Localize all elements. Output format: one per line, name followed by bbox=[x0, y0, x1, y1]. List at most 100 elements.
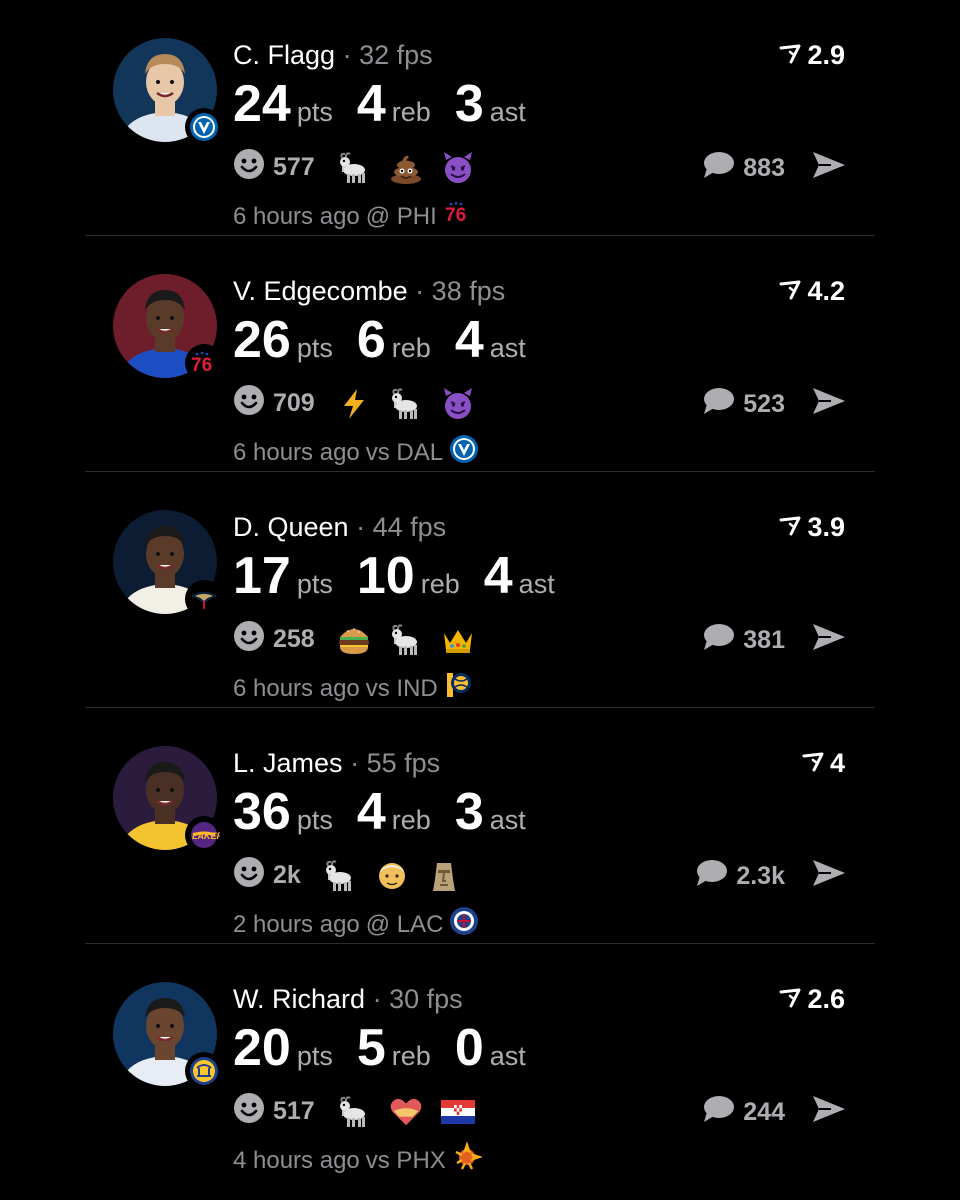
rating[interactable]: 4.2 bbox=[779, 276, 845, 307]
comments-button[interactable]: 381 bbox=[701, 622, 785, 659]
comments-button[interactable]: 523 bbox=[701, 386, 785, 423]
stat-1: 10 reb bbox=[357, 550, 460, 602]
lightning-icon[interactable] bbox=[337, 387, 371, 421]
comment-count: 244 bbox=[743, 1098, 785, 1126]
opponent[interactable]: @ LAC bbox=[366, 911, 444, 939]
goat-icon[interactable] bbox=[337, 151, 371, 185]
smiley-icon bbox=[233, 148, 265, 187]
reaction-count: 258 bbox=[273, 625, 315, 653]
rating[interactable]: 3.9 bbox=[779, 512, 845, 543]
stat-line: 17 pts 10 reb 4 ast bbox=[233, 550, 579, 602]
comment-count: 2.3k bbox=[736, 862, 785, 890]
fps-value: 30 fps bbox=[389, 984, 463, 1014]
feed: C. Flagg · 32 fps 2.9 24 pts 4 reb 3 ast… bbox=[85, 0, 875, 1179]
share-button[interactable] bbox=[811, 386, 847, 421]
player-avatar[interactable]: 76 bbox=[113, 274, 223, 382]
share-button[interactable] bbox=[811, 622, 847, 657]
stat-value: 3 bbox=[454, 75, 484, 133]
reaction-button[interactable]: 709 bbox=[233, 384, 315, 423]
stat-value: 10 bbox=[356, 547, 415, 605]
heart-icon[interactable] bbox=[389, 1095, 423, 1129]
comment-icon bbox=[694, 858, 728, 895]
stat-2: 4 ast bbox=[455, 314, 526, 366]
goat-icon[interactable] bbox=[323, 859, 357, 893]
player-name[interactable]: W. Richard bbox=[233, 984, 365, 1014]
stat-line: 26 pts 6 reb 4 ast bbox=[233, 314, 550, 366]
rating[interactable]: 4 bbox=[802, 748, 845, 779]
stat-value: 4 bbox=[483, 547, 513, 605]
svg-text:76: 76 bbox=[445, 205, 466, 226]
share-button[interactable] bbox=[811, 150, 847, 185]
burger-icon[interactable] bbox=[337, 623, 371, 657]
reaction-button[interactable]: 517 bbox=[233, 1092, 315, 1131]
svg-text:LAKERS: LAKERS bbox=[192, 831, 220, 841]
reactions: 2k bbox=[233, 856, 479, 895]
poop-icon[interactable] bbox=[389, 151, 423, 185]
stat-value: 24 bbox=[233, 75, 291, 133]
comments-button[interactable]: 244 bbox=[701, 1094, 785, 1131]
player-avatar[interactable] bbox=[113, 38, 223, 146]
stat-label: pts bbox=[296, 1041, 333, 1071]
rating-value: 3.9 bbox=[807, 512, 845, 542]
old-man-icon[interactable] bbox=[375, 859, 409, 893]
mavericks-logo-icon bbox=[449, 434, 479, 471]
suns-logo-icon bbox=[452, 1141, 483, 1179]
player-name[interactable]: C. Flagg bbox=[233, 40, 335, 70]
opponent[interactable]: vs DAL bbox=[366, 439, 443, 467]
player-avatar[interactable] bbox=[113, 982, 223, 1090]
rating-icon bbox=[779, 276, 801, 307]
post-card[interactable]: 76 V. Edgecombe · 38 fps 4.2 26 pts 6 re… bbox=[85, 236, 875, 472]
reactions: 517 bbox=[233, 1092, 493, 1131]
comments-button[interactable]: 2.3k bbox=[694, 858, 785, 895]
post-card[interactable]: D. Queen · 44 fps 3.9 17 pts 10 reb 4 as… bbox=[85, 472, 875, 708]
smiley-icon bbox=[233, 856, 265, 895]
name-separator: · bbox=[342, 40, 352, 70]
stat-value: 3 bbox=[454, 783, 484, 841]
smiling-devil-icon[interactable] bbox=[441, 151, 475, 185]
stat-label: reb bbox=[391, 97, 431, 127]
stat-0: 24 pts bbox=[233, 78, 333, 130]
smiling-devil-icon[interactable] bbox=[441, 387, 475, 421]
opponent[interactable]: vs PHX bbox=[366, 1147, 446, 1175]
player-avatar[interactable]: LAKERS bbox=[113, 746, 223, 854]
player-name[interactable]: L. James bbox=[233, 748, 343, 778]
stat-0: 36 pts bbox=[233, 786, 333, 838]
rating[interactable]: 2.9 bbox=[779, 40, 845, 71]
opponent[interactable]: vs IND bbox=[366, 675, 438, 703]
reaction-button[interactable]: 2k bbox=[233, 856, 301, 895]
opponent[interactable]: @ PHI bbox=[366, 203, 437, 231]
pacers-logo-icon bbox=[444, 670, 474, 707]
rating[interactable]: 2.6 bbox=[779, 984, 845, 1015]
share-button[interactable] bbox=[811, 858, 847, 893]
stat-label: ast bbox=[489, 1041, 526, 1071]
player-name[interactable]: V. Edgecombe bbox=[233, 276, 408, 306]
share-button[interactable] bbox=[811, 1094, 847, 1129]
rating-icon bbox=[779, 984, 801, 1015]
time-ago: 6 hours ago bbox=[233, 674, 360, 702]
post-card[interactable]: LAKERS L. James · 55 fps 4 36 pts 4 reb … bbox=[85, 708, 875, 944]
stat-2: 0 ast bbox=[455, 1022, 526, 1074]
goat-icon[interactable] bbox=[389, 387, 423, 421]
send-icon bbox=[811, 152, 847, 184]
player-name[interactable]: D. Queen bbox=[233, 512, 349, 542]
reaction-button[interactable]: 577 bbox=[233, 148, 315, 187]
croatia-flag-icon[interactable] bbox=[440, 1095, 475, 1129]
stat-value: 17 bbox=[233, 547, 291, 605]
rating-value: 4 bbox=[829, 748, 845, 778]
goat-icon[interactable] bbox=[389, 623, 423, 657]
reaction-button[interactable]: 258 bbox=[233, 620, 315, 659]
name-separator: · bbox=[350, 748, 360, 778]
reaction-count: 577 bbox=[273, 153, 315, 181]
comment-icon bbox=[701, 1094, 735, 1131]
goat-icon[interactable] bbox=[337, 1095, 371, 1129]
comment-count: 523 bbox=[743, 390, 785, 418]
game-meta: 6 hours ago @ PHI 76 bbox=[233, 198, 473, 235]
post-card[interactable]: C. Flagg · 32 fps 2.9 24 pts 4 reb 3 ast… bbox=[85, 0, 875, 236]
crown-icon[interactable] bbox=[441, 623, 475, 657]
stat-line: 36 pts 4 reb 3 ast bbox=[233, 786, 550, 838]
lakers-logo-icon: LAKERS bbox=[185, 816, 223, 854]
comments-button[interactable]: 883 bbox=[701, 150, 785, 187]
post-card[interactable]: W. Richard · 30 fps 2.6 20 pts 5 reb 0 a… bbox=[85, 944, 875, 1179]
moai-icon[interactable] bbox=[427, 859, 461, 893]
player-avatar[interactable] bbox=[113, 510, 223, 618]
